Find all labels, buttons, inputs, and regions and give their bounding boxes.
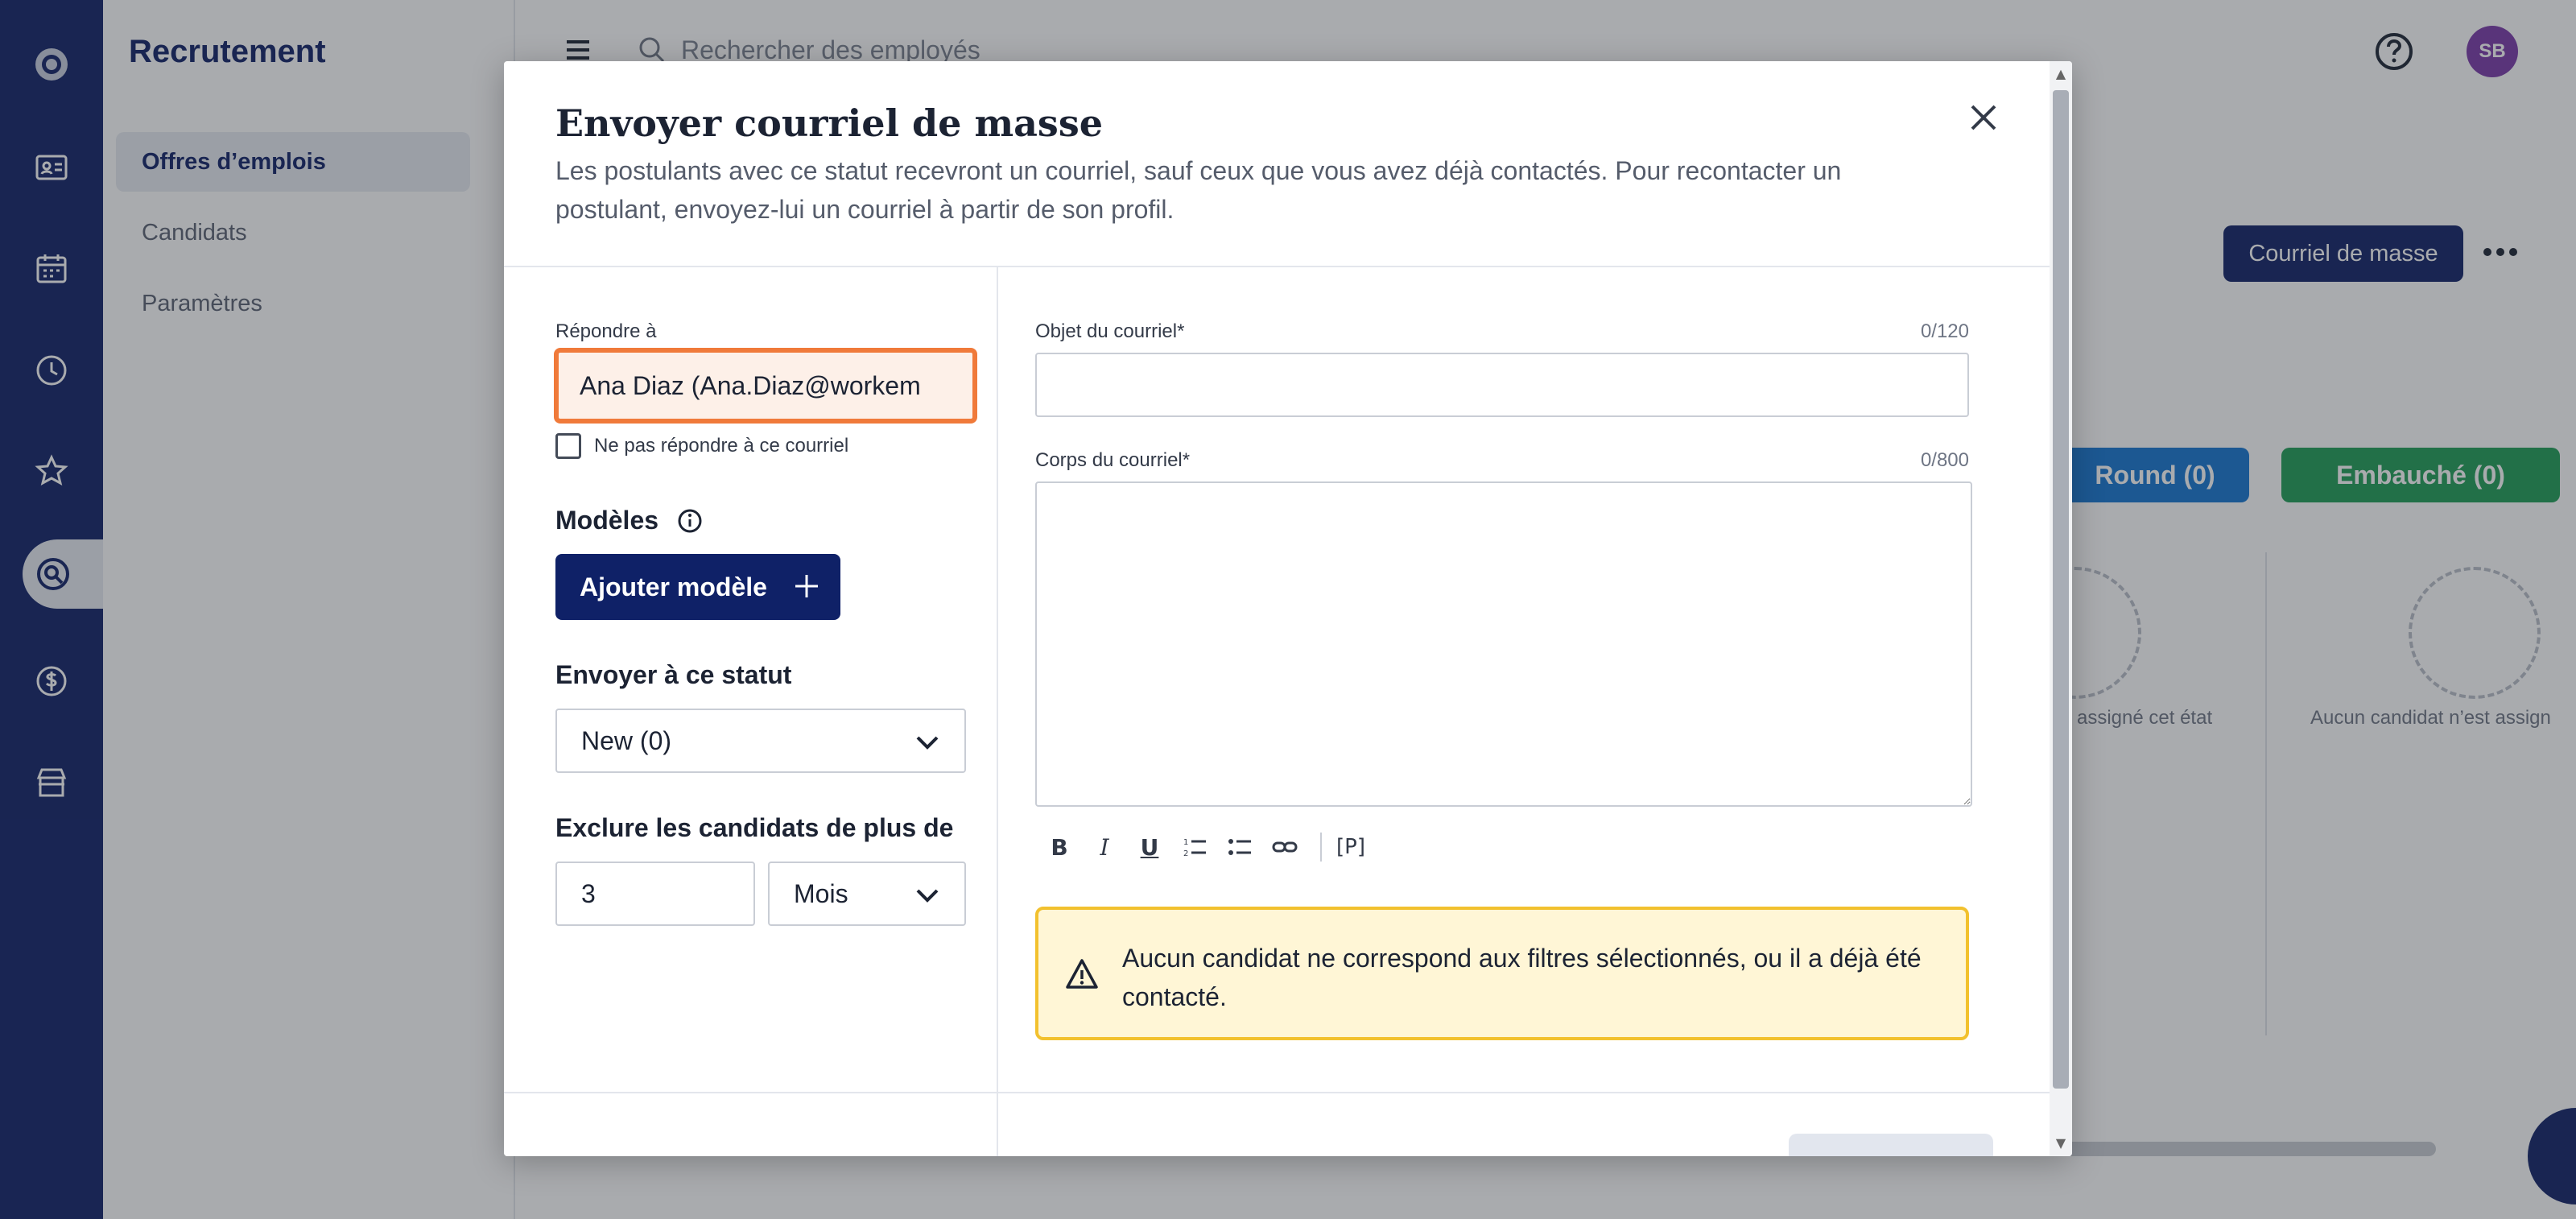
warning-icon (1066, 959, 1098, 989)
footer-divider (504, 1092, 2050, 1093)
subject-counter: 0/120 (1920, 320, 1969, 342)
link-button[interactable] (1267, 829, 1302, 865)
modal-scrollbar-thumb[interactable] (2053, 90, 2069, 1089)
no-reply-label: Ne pas répondre à ce courriel (594, 435, 849, 457)
status-select-value: New (0) (581, 725, 672, 755)
reply-to-label: Répondre à (555, 320, 657, 342)
reply-to-input[interactable] (554, 348, 977, 424)
bold-button[interactable]: B (1042, 829, 1077, 865)
subject-input[interactable] (1035, 353, 1969, 417)
subject-label: Objet du courriel* (1035, 320, 1185, 342)
body-textarea[interactable] (1035, 481, 1972, 807)
chevron-down-icon (916, 889, 939, 903)
send-to-status-label: Envoyer à ce statut (555, 660, 792, 689)
scroll-up-icon[interactable]: ▲ (2053, 66, 2069, 82)
modal-title: Envoyer courriel de masse (555, 101, 1103, 145)
body-counter: 0/800 (1920, 449, 1969, 471)
chevron-down-icon (916, 736, 939, 750)
no-reply-checkbox[interactable] (555, 433, 581, 459)
exclude-unit-select[interactable]: Mois (768, 862, 966, 926)
ordered-list-icon: 12 (1183, 838, 1206, 858)
header-divider (504, 266, 2050, 267)
add-template-label: Ajouter modèle (580, 572, 767, 601)
add-template-button[interactable]: Ajouter modèle (555, 554, 840, 620)
scroll-down-icon[interactable]: ▼ (2053, 1135, 2069, 1151)
warning-text: Aucun candidat ne correspond aux filtres… (1122, 944, 1922, 1011)
send-button[interactable] (1789, 1134, 1993, 1156)
svg-text:2: 2 (1183, 849, 1188, 858)
status-select[interactable]: New (0) (555, 709, 966, 773)
exclude-label: Exclure les candidats de plus de (555, 813, 954, 842)
toolbar-separator (1320, 833, 1322, 862)
modal-subtitle: Les postulants avec ce statut recevront … (555, 156, 1842, 224)
info-icon[interactable] (676, 507, 704, 535)
plus-icon (795, 575, 818, 597)
ordered-list-button[interactable]: 12 (1177, 829, 1212, 865)
close-icon (1971, 105, 1996, 130)
svg-text:1: 1 (1183, 838, 1188, 847)
mass-email-modal: Envoyer courriel de masse Les postulants… (504, 61, 2072, 1156)
body-label: Corps du courriel* (1035, 449, 1191, 471)
column-divider (997, 267, 998, 1156)
close-button[interactable] (1961, 95, 2006, 140)
link-icon (1272, 841, 1298, 853)
exclude-number-input[interactable] (555, 862, 755, 926)
italic-button[interactable]: I (1087, 829, 1122, 865)
exclude-unit-value: Mois (794, 878, 848, 908)
bullet-list-button[interactable] (1222, 829, 1257, 865)
placeholder-button[interactable]: [P] (1328, 829, 1373, 865)
warning-alert: Aucun candidat ne correspond aux filtres… (1035, 907, 1969, 1040)
templates-label: Modèles (555, 506, 659, 535)
underline-button[interactable]: U (1132, 829, 1167, 865)
bullet-list-icon (1228, 839, 1251, 855)
